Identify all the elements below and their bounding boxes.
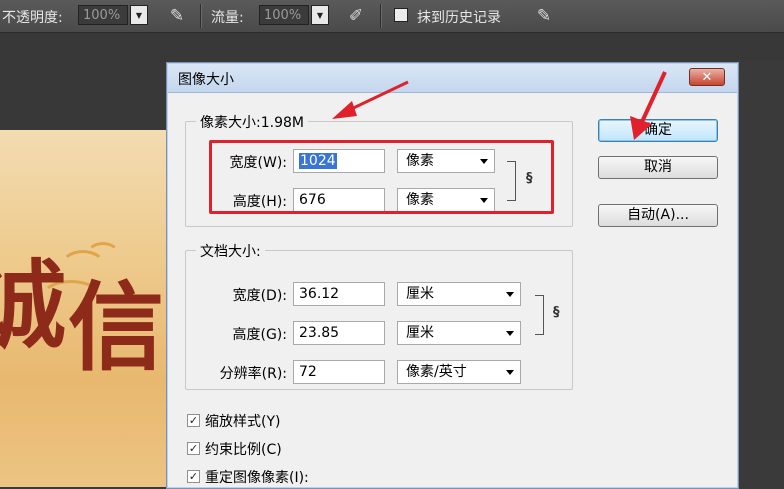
annotation-arrows [332, 71, 667, 140]
annotation-arrow [630, 71, 667, 140]
annotation-arrow [332, 80, 409, 119]
